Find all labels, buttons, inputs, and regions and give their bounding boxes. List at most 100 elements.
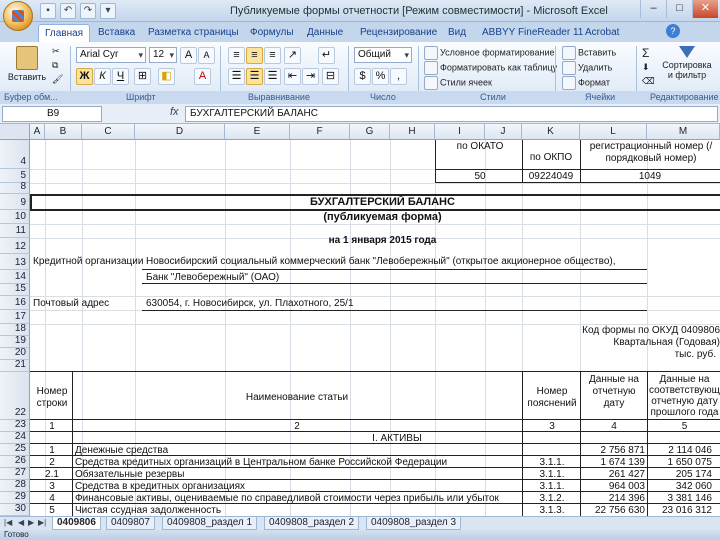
select-all-corner[interactable]	[0, 124, 30, 140]
okato-value[interactable]: 50	[440, 171, 520, 182]
row-header-21[interactable]: 21	[0, 360, 30, 372]
column-header-e[interactable]: E	[225, 124, 290, 140]
column-header-j[interactable]: J	[485, 124, 522, 140]
column-header-m[interactable]: M	[647, 124, 720, 140]
tab-abbyy[interactable]: ABBYY FineReader 11	[482, 24, 583, 42]
font-size-combo[interactable]: 12	[149, 47, 177, 63]
sort-filter-button[interactable]: Сортировка и фильтр	[662, 46, 712, 80]
tab-insert[interactable]: Вставка	[98, 24, 135, 42]
row-header-11[interactable]: 11	[0, 224, 30, 238]
borders-icon[interactable]: ⊞	[134, 68, 151, 85]
column-header-a[interactable]: A	[30, 124, 45, 140]
column-header-f[interactable]: F	[290, 124, 350, 140]
row-header-22[interactable]: 22	[0, 372, 30, 420]
align-top-icon[interactable]: ≡	[228, 47, 245, 64]
orientation-icon[interactable]: ↗	[284, 47, 301, 64]
next-sheet-icon[interactable]: ▶	[28, 518, 34, 527]
sheet-tab-0409808-section-3[interactable]: 0409808_раздел 3	[366, 517, 462, 530]
decrease-indent-icon[interactable]: ⇤	[284, 68, 301, 85]
cut-icon[interactable]: ✂	[52, 46, 60, 57]
save-icon[interactable]: ▪	[40, 3, 56, 19]
shrink-font-icon[interactable]: A	[198, 47, 215, 64]
row-header-4[interactable]: 4	[0, 140, 30, 169]
column-header-d[interactable]: D	[135, 124, 225, 140]
sheet-tab-0409808-section-2[interactable]: 0409808_раздел 2	[264, 517, 360, 530]
row-header-17[interactable]: 17	[0, 310, 30, 324]
tab-home[interactable]: Главная	[38, 24, 91, 42]
delete-cells-button[interactable]: Удалить	[562, 61, 612, 75]
org-short-name[interactable]: Банк "Левобережный" (ОАО)	[146, 272, 279, 283]
align-middle-icon[interactable]: ≡	[246, 47, 263, 64]
increase-indent-icon[interactable]: ⇥	[302, 68, 319, 85]
row-header-13[interactable]: 13	[0, 254, 30, 270]
last-sheet-icon[interactable]: ▶|	[38, 518, 46, 527]
tab-acrobat[interactable]: Acrobat	[585, 24, 619, 42]
row-header-15[interactable]: 15	[0, 284, 30, 296]
font-name-combo[interactable]: Arial Cyr	[76, 47, 146, 63]
sheet-tab-0409807[interactable]: 0409807	[106, 517, 155, 530]
row-header-10[interactable]: 10	[0, 210, 30, 224]
insert-cells-button[interactable]: Вставить	[562, 46, 616, 60]
font-color-icon[interactable]: A	[194, 68, 211, 85]
paste-button[interactable]: Вставить	[6, 46, 48, 82]
format-cells-button[interactable]: Формат	[562, 76, 610, 90]
close-button[interactable]: ✕	[692, 0, 718, 18]
bold-button[interactable]: Ж	[76, 68, 93, 85]
column-header-l[interactable]: L	[580, 124, 647, 140]
align-center-icon[interactable]: ☰	[246, 68, 263, 85]
formula-input[interactable]: БУХГАЛТЕРСКИЙ БАЛАНС	[185, 106, 718, 122]
align-right-icon[interactable]: ☰	[264, 68, 281, 85]
tab-view[interactable]: Вид	[448, 24, 466, 42]
column-header-b[interactable]: B	[45, 124, 82, 140]
fx-icon[interactable]: fx	[170, 106, 179, 118]
column-header-k[interactable]: K	[522, 124, 580, 140]
undo-icon[interactable]: ↶	[60, 3, 76, 19]
italic-button[interactable]: К	[94, 68, 111, 85]
qat-dropdown-icon[interactable]: ▾	[100, 3, 116, 19]
row-header-14[interactable]: 14	[0, 270, 30, 284]
row-header-12[interactable]: 12	[0, 238, 30, 254]
prev-sheet-icon[interactable]: ◀	[18, 518, 24, 527]
grow-font-icon[interactable]: A	[180, 47, 197, 64]
row-header-8[interactable]: 8	[0, 182, 30, 194]
column-header-i[interactable]: I	[435, 124, 485, 140]
tab-formulas[interactable]: Формулы	[250, 24, 294, 42]
org-name[interactable]: Новосибирский социальный коммерческий ба…	[146, 256, 720, 267]
sheet-tab-0409808-section-1[interactable]: 0409808_раздел 1	[162, 517, 258, 530]
name-box[interactable]: B9	[2, 106, 102, 122]
fill-icon[interactable]: ⬇	[642, 62, 650, 73]
row-header-16[interactable]: 16	[0, 296, 30, 310]
align-bottom-icon[interactable]: ≡	[264, 47, 281, 64]
copy-icon[interactable]: ⧉	[52, 60, 58, 71]
first-sheet-icon[interactable]: |◀	[4, 518, 12, 527]
row-header-9[interactable]: 9	[0, 194, 30, 210]
currency-icon[interactable]: $	[354, 68, 371, 85]
conditional-format-button[interactable]: Условное форматирование	[424, 46, 555, 60]
office-button[interactable]	[3, 1, 33, 31]
percent-icon[interactable]: %	[372, 68, 389, 85]
merge-center-icon[interactable]: ⊟	[322, 68, 339, 85]
fill-color-icon[interactable]: ◧	[158, 68, 175, 85]
column-header-g[interactable]: G	[350, 124, 390, 140]
row-header-30[interactable]: 30	[0, 504, 30, 516]
format-table-button[interactable]: Форматировать как таблицу	[424, 61, 557, 75]
underline-button[interactable]: Ч	[112, 68, 129, 85]
tab-data[interactable]: Данные	[307, 24, 343, 42]
format-painter-icon[interactable]: 🖌	[52, 74, 63, 85]
column-header-h[interactable]: H	[390, 124, 435, 140]
worksheet-grid[interactable]: A B C D E F G H I J K L M 4 5 8 9 10 11 …	[0, 124, 720, 516]
minimize-button[interactable]: –	[640, 0, 666, 18]
sheet-tab-0409806[interactable]: 0409806	[52, 517, 101, 530]
comma-style-icon[interactable]: ,	[390, 68, 407, 85]
align-left-icon[interactable]: ☰	[228, 68, 245, 85]
autosum-icon[interactable]: Σ	[642, 46, 649, 60]
redo-icon[interactable]: ↷	[80, 3, 96, 19]
clear-icon[interactable]: ⌫	[642, 76, 655, 87]
okpo-value[interactable]: 09224049	[522, 171, 580, 182]
help-icon[interactable]: ?	[666, 24, 680, 38]
column-header-c[interactable]: C	[82, 124, 135, 140]
maximize-button[interactable]: □	[666, 0, 692, 18]
tab-review[interactable]: Рецензирование	[360, 24, 437, 42]
regnum-value[interactable]: 1049	[580, 171, 720, 182]
cell-styles-button[interactable]: Стили ячеек	[424, 76, 492, 90]
